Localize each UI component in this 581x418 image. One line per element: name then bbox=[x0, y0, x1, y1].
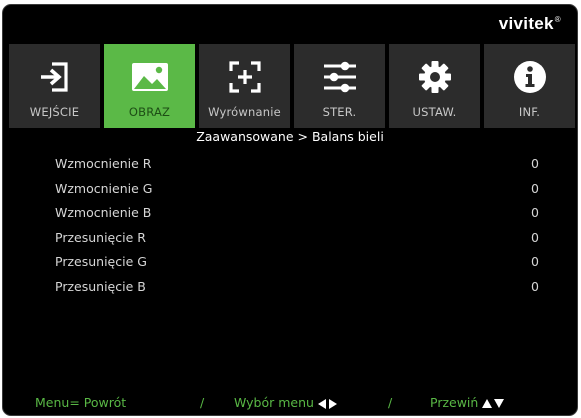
tab-label: WEJŚCIE bbox=[29, 105, 80, 119]
tab-wejscie[interactable]: WEJŚCIE bbox=[9, 44, 100, 128]
sliders-icon bbox=[320, 57, 360, 97]
setting-row-gain-b[interactable]: Wzmocnienie B 0 bbox=[3, 200, 577, 225]
info-icon bbox=[510, 57, 550, 97]
setting-value: 0 bbox=[531, 180, 539, 196]
setting-label: Wzmocnienie R bbox=[55, 156, 152, 171]
tab-ustaw[interactable]: USTAW. bbox=[389, 44, 480, 128]
setting-label: Przesunięcie G bbox=[55, 254, 147, 269]
arrow-up-icon bbox=[482, 399, 493, 408]
tab-wyrownanie[interactable]: Wyrównanie bbox=[199, 44, 290, 128]
setting-row-gain-r[interactable]: Wzmocnienie R 0 bbox=[3, 151, 577, 176]
setting-value: 0 bbox=[531, 205, 539, 220]
menu-tabs: WEJŚCIE OBRAZ Wyrównanie STER. USTAW. IN… bbox=[9, 44, 575, 128]
tab-label: INF. bbox=[518, 105, 541, 119]
input-arrow-icon bbox=[35, 57, 75, 97]
tab-inf[interactable]: INF. bbox=[484, 44, 575, 128]
alignment-crosshair-icon bbox=[225, 57, 265, 97]
setting-label: Wzmocnienie G bbox=[55, 180, 153, 196]
setting-value: 0 bbox=[531, 254, 539, 269]
footer-separator: / bbox=[200, 395, 205, 410]
top-bar: vivitek® bbox=[3, 5, 577, 43]
tab-label: OBRAZ bbox=[128, 105, 171, 119]
gear-icon bbox=[415, 57, 455, 97]
tab-label: STER. bbox=[322, 105, 357, 119]
settings-list: Wzmocnienie R 0 Wzmocnienie G 0 Wzmocnie… bbox=[3, 151, 577, 298]
brand-name: vivitek bbox=[498, 14, 554, 33]
tab-label: Wyrównanie bbox=[208, 105, 281, 119]
footer-select-hint: Wybór menu bbox=[234, 395, 337, 410]
setting-value: 0 bbox=[531, 229, 539, 245]
setting-value: 0 bbox=[531, 278, 539, 294]
footer-scroll-hint: Przewiń bbox=[430, 395, 505, 410]
setting-row-offset-g[interactable]: Przesunięcie G 0 bbox=[3, 249, 577, 274]
footer-separator: / bbox=[388, 395, 393, 410]
footer-hints: Menu= Powrót / Wybór menu / Przewiń bbox=[3, 395, 577, 413]
brand-trademark: ® bbox=[554, 15, 561, 25]
tab-label: USTAW. bbox=[412, 105, 457, 119]
footer-back-hint: Menu= Powrót bbox=[35, 395, 127, 410]
setting-label: Przesunięcie B bbox=[55, 278, 146, 294]
setting-value: 0 bbox=[531, 156, 539, 171]
setting-label: Wzmocnienie B bbox=[55, 205, 152, 220]
footer-scroll-label: Przewiń bbox=[430, 395, 479, 410]
setting-row-gain-g[interactable]: Wzmocnienie G 0 bbox=[3, 176, 577, 201]
tab-obraz[interactable]: OBRAZ bbox=[104, 44, 195, 128]
picture-icon bbox=[130, 57, 170, 97]
setting-row-offset-b[interactable]: Przesunięcie B 0 bbox=[3, 274, 577, 299]
osd-menu: vivitek® WEJŚCIE OBRAZ Wyrównanie STER. … bbox=[2, 4, 578, 416]
breadcrumb: Zaawansowane > Balans bieli bbox=[196, 129, 384, 144]
footer-select-label: Wybór menu bbox=[234, 395, 314, 410]
setting-label: Przesunięcie R bbox=[55, 229, 146, 245]
setting-row-offset-r[interactable]: Przesunięcie R 0 bbox=[3, 225, 577, 250]
arrow-down-icon bbox=[494, 399, 505, 408]
tab-ster[interactable]: STER. bbox=[294, 44, 385, 128]
arrow-left-icon bbox=[317, 398, 326, 409]
brand-logo: vivitek® bbox=[499, 14, 561, 34]
arrow-right-icon bbox=[328, 398, 337, 409]
